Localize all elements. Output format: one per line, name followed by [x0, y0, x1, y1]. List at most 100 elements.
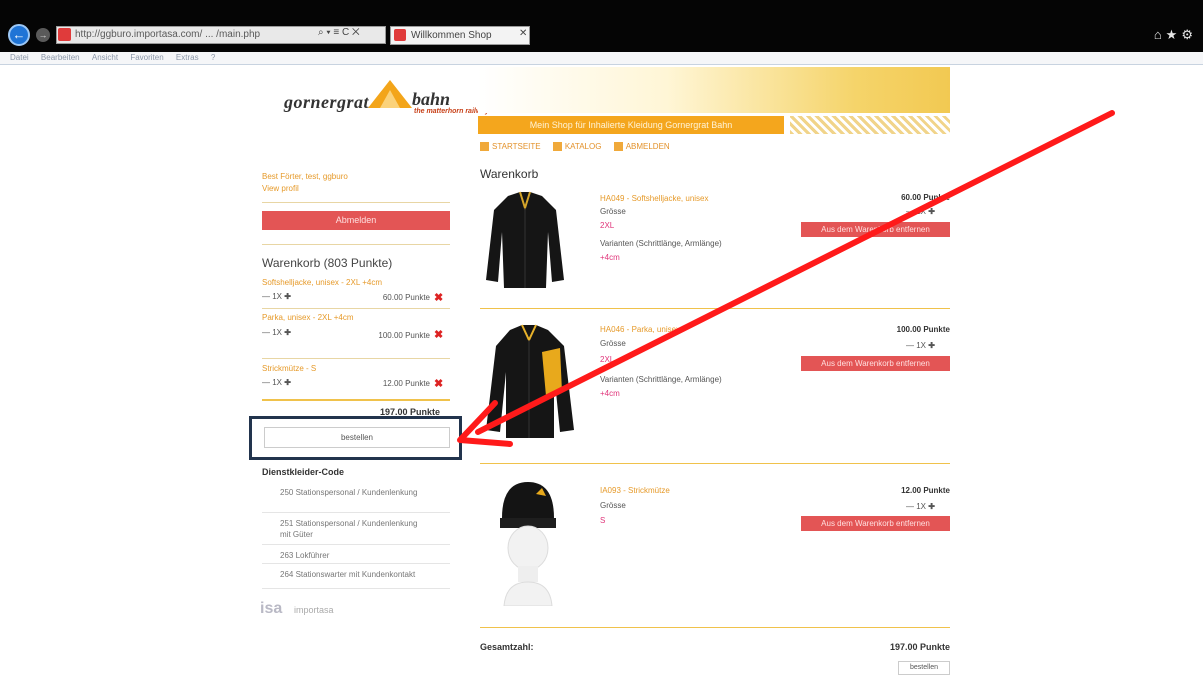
cart-item-name[interactable]: Softshelljacke, unisex - 2XL +4cm — [262, 278, 382, 287]
product-price: 12.00 Punkte — [901, 486, 950, 495]
cart-title: Warenkorb (803 Punkte) — [262, 256, 393, 270]
divider — [262, 399, 450, 401]
view-profile-link[interactable]: View profil — [262, 184, 299, 193]
divider — [480, 308, 950, 309]
plus-icon[interactable]: ✚ — [928, 207, 935, 216]
nav-item-katalog[interactable]: KATALOG — [552, 142, 601, 152]
divider — [262, 244, 450, 245]
user-name: Best Förter, test, ggburo — [262, 172, 348, 181]
forward-icon[interactable]: → — [36, 28, 50, 42]
product-image-parka[interactable] — [480, 322, 580, 440]
plus-icon[interactable]: ✚ — [284, 378, 291, 387]
cart-item-points: 100.00 Punkte — [378, 331, 430, 340]
product-name[interactable]: HA049 - Softshelljacke, unisex — [600, 194, 709, 203]
main-nav: STARTSEITE KATALOG ABMELDEN — [480, 142, 680, 152]
minus-icon[interactable]: — — [906, 341, 914, 350]
minus-icon[interactable]: — — [262, 328, 270, 337]
code-title: Dienstkleider-Code — [262, 467, 345, 477]
logout-icon — [613, 142, 623, 152]
variant-value: +4cm — [600, 389, 620, 398]
size-value: 2XL — [600, 221, 615, 230]
tab-favicon-icon — [394, 29, 406, 41]
menu-bar: Datei Bearbeiten Ansicht Favoriten Extra… — [0, 52, 1203, 65]
catalog-icon — [552, 142, 562, 152]
code-item[interactable]: 264 Stationswarter mit Kundenkontakt — [280, 569, 450, 580]
size-label: Grösse — [600, 501, 626, 510]
nav-item-abmelden[interactable]: ABMELDEN — [613, 142, 670, 152]
menu-item-ansicht[interactable]: Ansicht — [92, 52, 118, 63]
divider — [262, 202, 450, 203]
home-star-gear-icon[interactable]: ⌂★⚙ — [1154, 27, 1197, 43]
size-value: S — [600, 516, 606, 525]
logo-text-right[interactable]: bahn — [412, 89, 450, 110]
minus-icon[interactable]: — — [906, 502, 914, 511]
header-banner — [478, 67, 950, 113]
product-name[interactable]: IA093 - Strickmütze — [600, 486, 670, 495]
menu-item-favoriten[interactable]: Favoriten — [130, 52, 163, 63]
variant-label: Varianten (Schrittlänge, Armlänge) — [600, 375, 722, 384]
size-label: Grösse — [600, 339, 626, 348]
plus-icon[interactable]: ✚ — [928, 341, 935, 350]
remove-from-cart-button[interactable]: Aus dem Warenkorb entfernen — [801, 356, 950, 371]
minus-icon[interactable]: — — [262, 292, 270, 301]
divider — [262, 588, 450, 589]
divider — [262, 563, 450, 564]
order-button-main[interactable]: bestellen — [898, 661, 950, 675]
divider — [262, 544, 450, 545]
code-item[interactable]: 263 Lokführer — [280, 550, 430, 561]
code-item[interactable]: 251 Stationspersonal / Kundenlenkung mit… — [280, 518, 430, 540]
banner-pattern — [790, 116, 950, 134]
plus-icon[interactable]: ✚ — [284, 328, 291, 337]
minus-icon[interactable]: — — [906, 207, 914, 216]
remove-icon[interactable]: ✖ — [434, 328, 443, 341]
code-item[interactable]: 250 Stationspersonal / Kundenlenkung — [280, 487, 430, 498]
remove-icon[interactable]: ✖ — [434, 377, 443, 390]
product-qty: — 1X ✚ — [906, 502, 935, 511]
importasa-text: importasa — [294, 605, 334, 615]
product-name[interactable]: HA046 - Parka, unisex — [600, 325, 680, 334]
divider — [262, 308, 450, 309]
cart-item-qty: — 1X ✚ — [262, 328, 291, 337]
divider — [262, 358, 450, 359]
divider — [262, 512, 450, 513]
logout-button[interactable]: Abmelden — [262, 211, 450, 230]
divider — [480, 463, 950, 464]
tab-close-icon[interactable]: ✕ — [519, 28, 527, 39]
remove-icon[interactable]: ✖ — [434, 291, 443, 304]
product-price: 60.00 Punkte — [901, 193, 950, 202]
menu-item-bearbeiten[interactable]: Bearbeiten — [41, 52, 80, 63]
page-title: Warenkorb — [480, 167, 539, 181]
cart-item-qty: — 1X ✚ — [262, 378, 291, 387]
nav-item-startseite[interactable]: STARTSEITE — [480, 142, 541, 152]
plus-icon[interactable]: ✚ — [928, 502, 935, 511]
remove-from-cart-button[interactable]: Aus dem Warenkorb entfernen — [801, 516, 950, 531]
plus-icon[interactable]: ✚ — [284, 292, 291, 301]
cart-item-name[interactable]: Parka, unisex - 2XL +4cm — [262, 313, 354, 322]
total-label: Gesamtzahl: — [480, 642, 534, 652]
product-image-beanie[interactable] — [492, 478, 564, 606]
cart-item-points: 60.00 Punkte — [382, 293, 430, 302]
product-price: 100.00 Punkte — [896, 325, 950, 334]
browser-tab[interactable]: Willkommen Shop — [390, 26, 530, 45]
remove-from-cart-button[interactable]: Aus dem Warenkorb entfernen — [801, 222, 950, 237]
cart-item-name[interactable]: Strickmütze - S — [262, 364, 316, 373]
address-controls-icon[interactable]: ⌕ ▾ ≡ C ✕ — [318, 27, 360, 38]
variant-label: Varianten (Schrittlänge, Armlänge) — [600, 239, 722, 248]
variant-value: +4cm — [600, 253, 620, 262]
mountain-logo-icon — [368, 80, 412, 108]
minus-icon[interactable]: — — [262, 378, 270, 387]
isa-logo: isa — [260, 600, 283, 617]
cart-item-qty: — 1X ✚ — [262, 292, 291, 301]
menu-item-extras[interactable]: Extras — [176, 52, 199, 63]
site-favicon-icon — [58, 28, 71, 41]
back-icon[interactable]: ← — [8, 24, 30, 46]
menu-item-datei[interactable]: Datei — [10, 52, 29, 63]
home-icon — [480, 142, 489, 152]
size-value: 2XL — [600, 355, 615, 364]
product-image-softshell[interactable] — [480, 188, 570, 293]
banner-text: Mein Shop für Inhalierte Kleidung Gorner… — [478, 116, 784, 134]
menu-item-help[interactable]: ? — [211, 52, 215, 63]
logo-text-left[interactable]: gornergrat — [284, 92, 369, 113]
cart-item-points: 12.00 Punkte — [382, 379, 430, 388]
size-label: Grösse — [600, 207, 626, 216]
